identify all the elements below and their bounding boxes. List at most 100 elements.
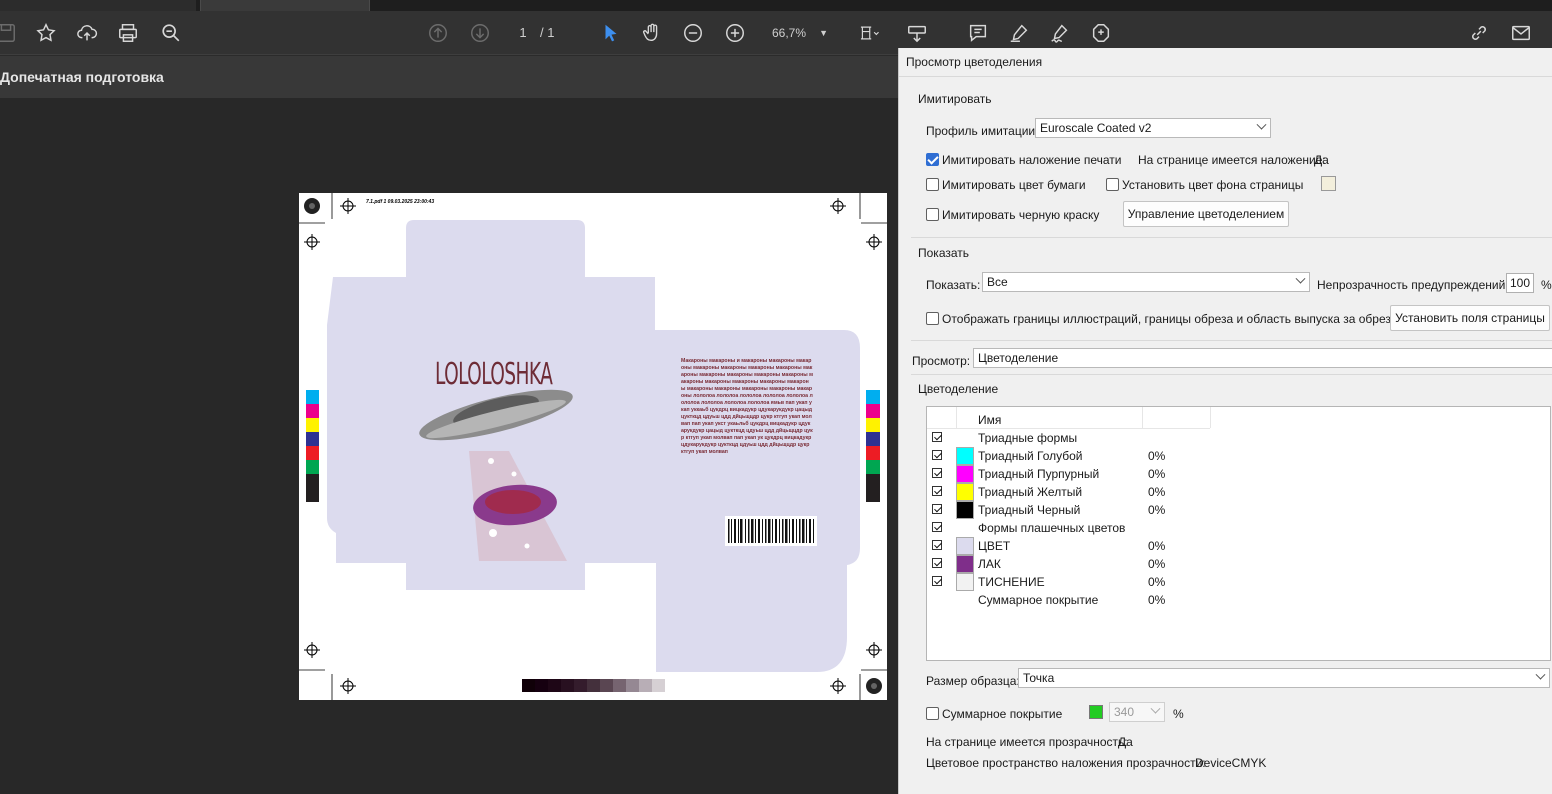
chevron-down-icon (1150, 703, 1161, 714)
yellow-swatch (956, 483, 974, 501)
document-page[interactable]: 7.1.pdf 1 09.03.2025 23:00:43 LOLOLOSHKA… (299, 193, 887, 700)
tab-active[interactable] (200, 0, 370, 11)
zoom-select[interactable]: 66,7% ▼ (764, 23, 832, 43)
separation-checkbox[interactable] (932, 504, 942, 514)
page-up-icon[interactable] (424, 19, 452, 47)
zoom-out-icon[interactable] (679, 19, 707, 47)
simulation-profile-select[interactable]: Euroscale Coated v2 (1035, 118, 1271, 138)
list-item[interactable]: ЦВЕТ 0% (927, 537, 1552, 555)
list-item[interactable]: Триадный Желтый 0% (927, 483, 1552, 501)
separation-checkbox[interactable] (932, 540, 942, 550)
sign-icon[interactable] (1046, 19, 1074, 47)
zoom-value: 66,7% (772, 26, 807, 40)
list-item[interactable]: Триадный Пурпурный 0% (927, 465, 1552, 483)
fit-page-icon[interactable] (850, 19, 888, 47)
simulate-paper-color-checkbox[interactable] (926, 178, 939, 191)
column-header-name: Имя (978, 413, 1002, 427)
total-coverage-unit: % (1173, 707, 1184, 721)
simulation-profile-value: Euroscale Coated v2 (1040, 121, 1152, 135)
separation-name: ЛАК (978, 557, 1001, 571)
list-item[interactable]: Триадный Черный 0% (927, 501, 1552, 519)
separation-percent: 0% (1148, 539, 1166, 553)
show-boxes-checkbox[interactable] (926, 312, 939, 325)
pointer-icon[interactable] (597, 19, 625, 47)
cyan-swatch (956, 447, 974, 465)
window-tab-strip (0, 0, 1552, 11)
hand-icon[interactable] (638, 19, 666, 47)
print-icon[interactable] (114, 19, 142, 47)
separation-checkbox[interactable] (932, 450, 942, 460)
sample-size-value: Точка (1023, 671, 1055, 685)
dialog-title: Просмотр цветоделения (906, 55, 1043, 69)
page-bg-color-swatch[interactable] (1321, 176, 1336, 191)
list-item[interactable]: Триадный Голубой 0% (927, 447, 1552, 465)
set-page-bg-label: Установить цвет фона страницы (1122, 178, 1304, 192)
zoom-in-icon[interactable] (721, 19, 749, 47)
stamp-icon[interactable] (1087, 19, 1115, 47)
chevron-down-icon (1535, 669, 1546, 680)
tab-inactive[interactable] (0, 0, 196, 11)
separation-name: Триадный Желтый (978, 485, 1083, 499)
list-item[interactable]: ТИСНЕНИЕ 0% (927, 573, 1552, 591)
total-coverage-checkbox[interactable] (926, 707, 939, 720)
separations-list[interactable]: Имя Триадные формы Триадный Голубой 0% Т… (926, 406, 1551, 661)
divider (899, 76, 1552, 77)
show-boxes-label: Отображать границы иллюстраций, границы … (942, 312, 1391, 326)
warning-opacity-input[interactable]: 100 (1506, 273, 1534, 293)
show-label: Показать: (926, 278, 981, 292)
show-section-title: Показать (918, 246, 970, 260)
overprint-info-value: Да (1314, 153, 1329, 167)
sample-size-select[interactable]: Точка (1018, 668, 1550, 688)
chevron-down-icon (1256, 119, 1267, 130)
save-icon[interactable] (0, 19, 20, 47)
list-item[interactable]: ЛАК 0% (927, 555, 1552, 573)
page-number-input[interactable]: 1 (506, 23, 540, 43)
comment-icon[interactable] (964, 19, 992, 47)
simulation-profile-label: Профиль имитации: (926, 124, 1039, 138)
total-coverage-label: Суммарное покрытие (942, 707, 1063, 721)
blend-space-value: DeviceCMYK (1195, 756, 1267, 770)
total-coverage-row-label: Суммарное покрытие (978, 593, 1099, 607)
spot-color-swatch (956, 537, 974, 555)
product-description-text: Макароны макароны и макароны макароны ма… (681, 358, 813, 455)
list-item[interactable]: Триадные формы (927, 429, 1552, 447)
set-page-bg-checkbox[interactable] (1106, 178, 1119, 191)
preview-select[interactable]: Цветоделение (973, 348, 1552, 368)
embossing-swatch (956, 573, 974, 591)
page-down-icon[interactable] (466, 19, 494, 47)
ink-manager-button[interactable]: Управление цветоделением (1123, 201, 1289, 227)
total-coverage-row-value: 0% (1148, 593, 1166, 607)
separations-section-title: Цветоделение (918, 382, 999, 396)
separation-checkbox[interactable] (932, 468, 942, 478)
zoom-search-icon[interactable] (157, 19, 185, 47)
separation-checkbox[interactable] (932, 558, 942, 568)
scroll-icon[interactable] (903, 19, 931, 47)
divider (911, 340, 1552, 341)
link-icon[interactable] (1465, 19, 1493, 47)
simulate-black-ink-label: Имитировать черную краску (942, 208, 1100, 222)
upload-cloud-icon[interactable] (73, 19, 101, 47)
simulate-black-ink-checkbox[interactable] (926, 208, 939, 221)
total-coverage-color-swatch[interactable] (1089, 705, 1103, 719)
separation-name: ЦВЕТ (978, 539, 1011, 553)
separation-percent: 0% (1148, 485, 1166, 499)
show-value: Все (987, 275, 1008, 289)
separation-checkbox[interactable] (932, 432, 942, 442)
warning-opacity-unit: % (1541, 278, 1552, 292)
show-select[interactable]: Все (982, 272, 1310, 292)
list-item[interactable]: Формы плашечных цветов (927, 519, 1552, 537)
separation-percent: 0% (1148, 575, 1166, 589)
total-coverage-value-select[interactable]: 340 (1109, 702, 1165, 722)
separation-checkbox[interactable] (932, 576, 942, 586)
separation-name: Триадный Голубой (978, 449, 1083, 463)
separation-percent: 0% (1148, 467, 1166, 481)
divider (911, 374, 1552, 375)
highlight-pen-icon[interactable] (1005, 19, 1033, 47)
page-total-label: / 1 (540, 25, 555, 40)
simulate-overprint-checkbox[interactable] (926, 153, 939, 166)
separation-checkbox[interactable] (932, 486, 942, 496)
star-icon[interactable] (32, 19, 60, 47)
set-page-boxes-button[interactable]: Установить поля страницы (1390, 305, 1550, 331)
separation-checkbox[interactable] (932, 522, 942, 532)
mail-icon[interactable] (1507, 19, 1535, 47)
